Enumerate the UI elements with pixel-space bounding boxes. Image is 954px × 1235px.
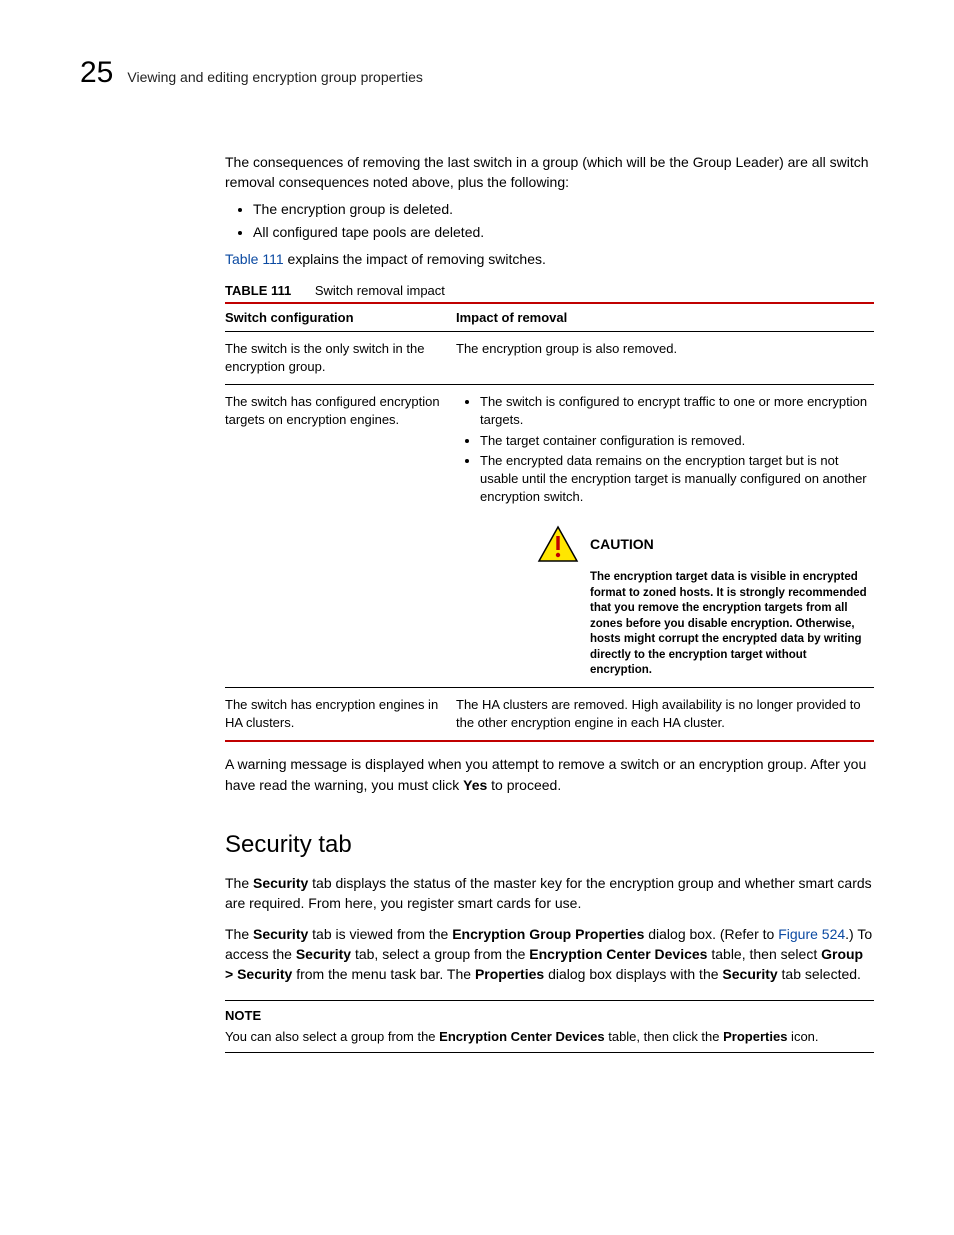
note-label: NOTE	[225, 1007, 874, 1025]
caution-header: CAUTION	[536, 524, 868, 564]
intro-bullet-list: The encryption group is deleted. All con…	[225, 199, 874, 243]
after-table-paragraph: A warning message is displayed when you …	[225, 754, 874, 795]
table-caption: TABLE 111 Switch removal impact	[225, 283, 874, 298]
note-pre: You can also select a group from the	[225, 1029, 439, 1044]
caution-text: The encryption target data is visible in…	[590, 570, 868, 679]
p1-post: tab displays the status of the master ke…	[225, 875, 872, 911]
table-row: The switch has configured encryption tar…	[225, 385, 874, 688]
table-header-config: Switch configuration	[225, 303, 456, 332]
intro-bullet-2: All configured tape pools are deleted.	[253, 222, 874, 243]
caution-block: CAUTION The encryption target data is vi…	[536, 524, 868, 679]
p2-s2-b: Security	[296, 946, 351, 962]
page-header: 25 Viewing and editing encryption group …	[80, 58, 874, 88]
caution-icon	[536, 524, 580, 564]
row2-bullet-list: The switch is configured to encrypt traf…	[456, 393, 868, 506]
note-text: You can also select a group from the Enc…	[225, 1028, 874, 1046]
note-mid: table, then click the	[605, 1029, 724, 1044]
p2-s1-b2: Encryption Group Properties	[452, 926, 644, 942]
caution-title: CAUTION	[590, 535, 654, 555]
note-block: NOTE You can also select a group from th…	[225, 1000, 874, 1052]
table-reference: Table 111 explains the impact of removin…	[225, 249, 874, 269]
p2-s1-mid: tab is viewed from the	[308, 926, 452, 942]
chapter-title: Viewing and editing encryption group pro…	[127, 69, 423, 85]
row2-bullet-2: The target container configuration is re…	[480, 432, 868, 450]
note-b1: Encryption Center Devices	[439, 1029, 604, 1044]
table-row: The switch is the only switch in the enc…	[225, 331, 874, 384]
intro-paragraph: The consequences of removing the last sw…	[225, 152, 874, 193]
p2-s3-mid2: dialog box displays with the	[544, 966, 722, 982]
table-ref-rest: explains the impact of removing switches…	[284, 251, 546, 267]
figure-link[interactable]: Figure 524	[778, 926, 845, 942]
table-ref-link[interactable]: Table 111	[225, 251, 284, 267]
p2-s3-mid: from the menu task bar. The	[292, 966, 475, 982]
intro-bullet-1: The encryption group is deleted.	[253, 199, 874, 220]
p2-s3-b2: Properties	[475, 966, 544, 982]
switch-removal-table: Switch configuration Impact of removal T…	[225, 302, 874, 742]
table-caption-title: Switch removal impact	[315, 283, 445, 298]
table-row: The switch has encryption engines in HA …	[225, 688, 874, 742]
page: 25 Viewing and editing encryption group …	[0, 0, 954, 1235]
p2-s1-pre: The	[225, 926, 253, 942]
note-b2: Properties	[723, 1029, 787, 1044]
table-header-impact: Impact of removal	[456, 303, 874, 332]
p2-s1-post: dialog box. (Refer to	[644, 926, 778, 942]
security-paragraph-2: The Security tab is viewed from the Encr…	[225, 924, 874, 985]
p2-s3-b3: Security	[722, 966, 777, 982]
p1-b1: Security	[253, 875, 308, 891]
p1-pre: The	[225, 875, 253, 891]
row2-bullet-3: The encrypted data remains on the encryp…	[480, 452, 868, 507]
p2-s2-post: table, then select	[707, 946, 821, 962]
table-caption-label: TABLE 111	[225, 283, 291, 298]
p2-s2-mid: tab, select a group from the	[351, 946, 529, 962]
note-post: icon.	[787, 1029, 818, 1044]
p2-s3-end: tab selected.	[778, 966, 861, 982]
row2-bullet-1: The switch is configured to encrypt traf…	[480, 393, 868, 429]
security-paragraph-1: The Security tab displays the status of …	[225, 873, 874, 914]
p2-s1-b: Security	[253, 926, 308, 942]
row3-config: The switch has encryption engines in HA …	[225, 688, 456, 742]
chapter-number: 25	[80, 58, 113, 88]
p2-s2-b2: Encryption Center Devices	[529, 946, 707, 962]
row3-impact: The HA clusters are removed. High availa…	[456, 688, 874, 742]
after-table-bold: Yes	[463, 777, 487, 793]
row1-config: The switch is the only switch in the enc…	[225, 331, 456, 384]
after-table-post: to proceed.	[487, 777, 561, 793]
row2-impact: The switch is configured to encrypt traf…	[456, 385, 874, 688]
security-heading: Security tab	[225, 831, 874, 859]
content-area: The consequences of removing the last sw…	[225, 152, 874, 1053]
row1-impact: The encryption group is also removed.	[456, 331, 874, 384]
table-header-row: Switch configuration Impact of removal	[225, 303, 874, 332]
row2-config: The switch has configured encryption tar…	[225, 385, 456, 688]
